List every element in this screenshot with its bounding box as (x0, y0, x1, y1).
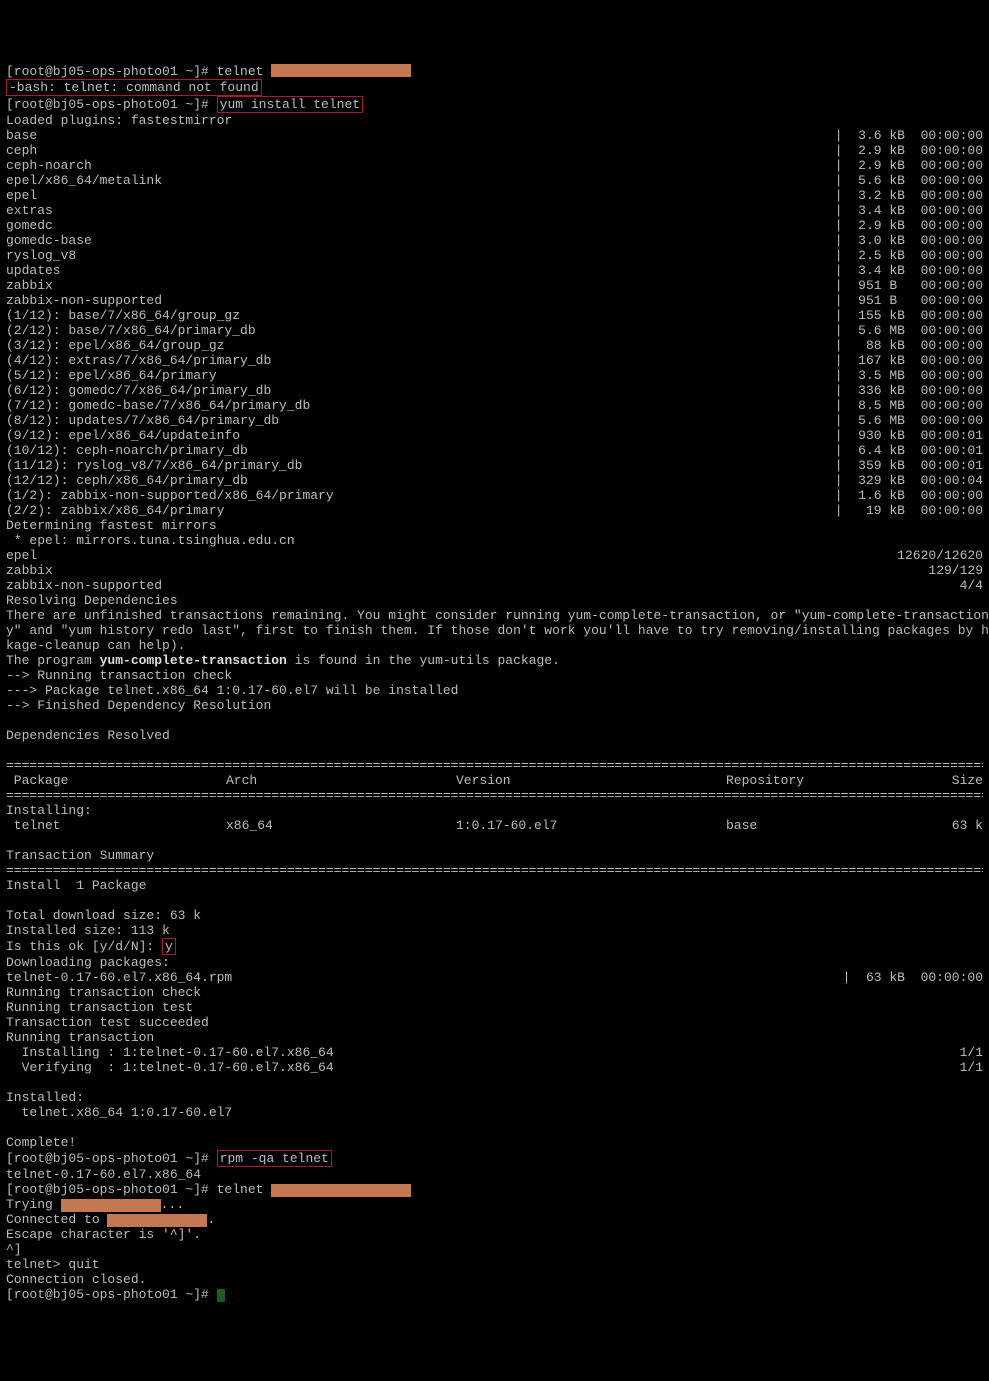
repo-line: (5/12): epel/x86_64/primary 3.5 MB 00:00… (6, 368, 983, 383)
output-line: y" and "yum history redo last", first to… (6, 623, 983, 638)
repo-line: (8/12): updates/7/x86_64/primary_db 5.6 … (6, 413, 983, 428)
blank-line (6, 713, 983, 728)
repo-line: gomedc 2.9 kB 00:00:00 (6, 218, 983, 233)
output-line: kage-cleanup can help). (6, 638, 983, 653)
count-line: epel12620/12620 (6, 548, 983, 563)
output-line: Transaction test succeeded (6, 1015, 983, 1030)
error-line: -bash: telnet: command not found (6, 79, 983, 96)
output-line: The program yum-complete-transaction is … (6, 653, 983, 668)
output-line: Installed: (6, 1090, 983, 1105)
redacted-host (107, 1214, 207, 1227)
output-line: Connected to . (6, 1212, 983, 1227)
output-line: Running transaction (6, 1030, 983, 1045)
verify-line: Verifying : 1:telnet-0.17-60.el7.x86_641… (6, 1060, 983, 1075)
redacted-ip (61, 1199, 161, 1212)
output-line: Transaction Summary (6, 848, 983, 863)
prompt-line: [root@bj05-ops-photo01 ~]# yum install t… (6, 96, 983, 113)
repo-line: ryslog_v8 2.5 kB 00:00:00 (6, 248, 983, 263)
rpm-qa-cmd: rpm -qa telnet (217, 1150, 332, 1167)
confirm-prompt: Is this ok [y/d/N]: y (6, 938, 983, 955)
table-header: PackageArchVersionRepositorySize (6, 773, 983, 788)
repo-line: (9/12): epel/x86_64/updateinfo 930 kB 00… (6, 428, 983, 443)
output-line: Downloading packages: (6, 955, 983, 970)
blank-line (6, 1075, 983, 1090)
repo-line: updates 3.4 kB 00:00:00 (6, 263, 983, 278)
output-line: --> Finished Dependency Resolution (6, 698, 983, 713)
plugin-line: Loaded plugins: fastestmirror (6, 113, 983, 128)
terminal[interactable]: [root@bj05-ops-photo01 ~]# telnet -bash:… (6, 64, 983, 1302)
yum-install-cmd: yum install telnet (217, 96, 363, 113)
blank-line (6, 893, 983, 908)
repo-line: epel 3.2 kB 00:00:00 (6, 188, 983, 203)
cursor (217, 1289, 225, 1302)
output-line: Resolving Dependencies (6, 593, 983, 608)
output-line: Running transaction check (6, 985, 983, 1000)
telnet-prompt: telnet> quit (6, 1257, 983, 1272)
repo-line: (3/12): epel/x86_64/group_gz 88 kB 00:00… (6, 338, 983, 353)
output-line: --> Running transaction check (6, 668, 983, 683)
repo-line: (1/2): zabbix-non-supported/x86_64/prima… (6, 488, 983, 503)
output-line: Install 1 Package (6, 878, 983, 893)
output-line: telnet-0.17-60.el7.x86_64 (6, 1167, 983, 1182)
count-line: zabbix129/129 (6, 563, 983, 578)
divider: ========================================… (6, 758, 983, 773)
output-line: ---> Package telnet.x86_64 1:0.17-60.el7… (6, 683, 983, 698)
output-line: Connection closed. (6, 1272, 983, 1287)
output-line: Complete! (6, 1135, 983, 1150)
output-line: Installing: (6, 803, 983, 818)
repo-line: epel/x86_64/metalink 5.6 kB 00:00:00 (6, 173, 983, 188)
repo-line: gomedc-base 3.0 kB 00:00:00 (6, 233, 983, 248)
prompt-line: [root@bj05-ops-photo01 ~]# telnet (6, 1182, 983, 1197)
repo-line: zabbix 951 B 00:00:00 (6, 278, 983, 293)
output-line: There are unfinished transactions remain… (6, 608, 983, 623)
table-row: telnetx86_641:0.17-60.el7base63 k (6, 818, 983, 833)
prompt-line[interactable]: [root@bj05-ops-photo01 ~]# (6, 1287, 983, 1302)
repo-line: (2/2): zabbix/x86_64/primary 19 kB 00:00… (6, 503, 983, 518)
repo-line: extras 3.4 kB 00:00:00 (6, 203, 983, 218)
download-line: telnet-0.17-60.el7.x86_64.rpm 63 kB 00:0… (6, 970, 983, 985)
install-line: Installing : 1:telnet-0.17-60.el7.x86_64… (6, 1045, 983, 1060)
output-line: Escape character is '^]'. (6, 1227, 983, 1242)
redacted-host (271, 1184, 411, 1197)
blank-line (6, 743, 983, 758)
blank-line (6, 1120, 983, 1135)
output-line: Trying ... (6, 1197, 983, 1212)
repo-line: ceph-noarch 2.9 kB 00:00:00 (6, 158, 983, 173)
repo-line: (4/12): extras/7/x86_64/primary_db 167 k… (6, 353, 983, 368)
redacted-host (271, 64, 411, 77)
output-line: Total download size: 63 k (6, 908, 983, 923)
repo-line: (1/12): base/7/x86_64/group_gz 155 kB 00… (6, 308, 983, 323)
output-line: Installed size: 113 k (6, 923, 983, 938)
repo-line: (11/12): ryslog_v8/7/x86_64/primary_db 3… (6, 458, 983, 473)
blank-line (6, 833, 983, 848)
repo-line: ceph 2.9 kB 00:00:00 (6, 143, 983, 158)
divider: ========================================… (6, 788, 983, 803)
repo-line: (2/12): base/7/x86_64/primary_db 5.6 MB … (6, 323, 983, 338)
repo-line: (12/12): ceph/x86_64/primary_db 329 kB 0… (6, 473, 983, 488)
repo-line: base 3.6 kB 00:00:00 (6, 128, 983, 143)
count-line: zabbix-non-supported4/4 (6, 578, 983, 593)
divider: ========================================… (6, 863, 983, 878)
output-line: Determining fastest mirrors (6, 518, 983, 533)
repo-line: (7/12): gomedc-base/7/x86_64/primary_db … (6, 398, 983, 413)
output-line: Running transaction test (6, 1000, 983, 1015)
repo-line: (6/12): gomedc/7/x86_64/primary_db 336 k… (6, 383, 983, 398)
output-line: * epel: mirrors.tuna.tsinghua.edu.cn (6, 533, 983, 548)
output-line: Dependencies Resolved (6, 728, 983, 743)
prompt-line: [root@bj05-ops-photo01 ~]# rpm -qa telne… (6, 1150, 983, 1167)
repo-line: zabbix-non-supported 951 B 00:00:00 (6, 293, 983, 308)
output-line: telnet.x86_64 1:0.17-60.el7 (6, 1105, 983, 1120)
prompt-line: [root@bj05-ops-photo01 ~]# telnet (6, 64, 983, 79)
output-line: ^] (6, 1242, 983, 1257)
repo-line: (10/12): ceph-noarch/primary_db 6.4 kB 0… (6, 443, 983, 458)
